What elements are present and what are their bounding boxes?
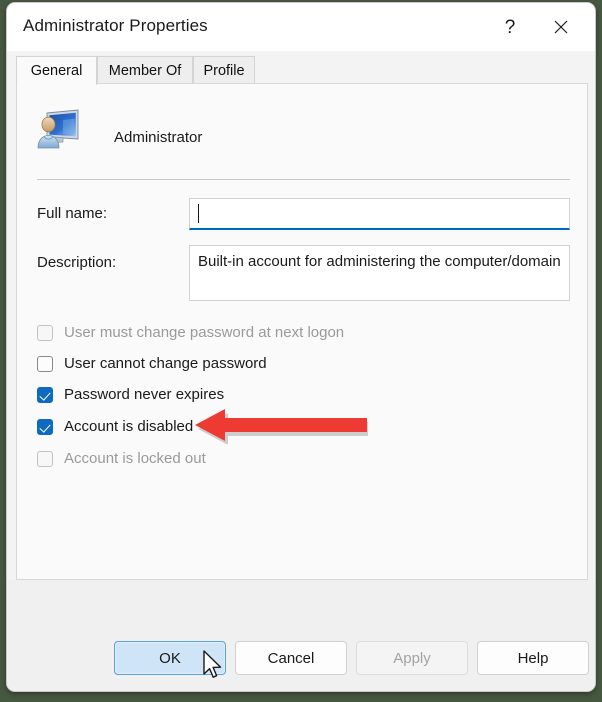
checkbox-row-password-never-expires[interactable]: Password never expires (37, 386, 224, 403)
tab-general-label: General (30, 63, 83, 79)
tab-general[interactable]: General (16, 56, 97, 85)
checkbox-label-account-locked-out: Account is locked out (64, 450, 206, 467)
screen: Administrator Properties ? General Membe… (0, 0, 602, 702)
tab-profile[interactable]: Profile (193, 56, 255, 84)
checkbox-cannot-change-password[interactable] (37, 355, 53, 372)
close-icon (554, 20, 568, 34)
fullname-input[interactable] (189, 198, 570, 230)
checkbox-row-account-locked-out[interactable]: Account is locked out (37, 450, 206, 467)
general-tab-panel: Administrator Full name: Description: Bu… (16, 83, 588, 580)
cancel-button[interactable]: Cancel (235, 641, 347, 675)
tab-strip: General Member Of Profile (7, 51, 595, 85)
user-account-icon (37, 109, 79, 149)
tab-member-of-label: Member Of (108, 62, 182, 79)
description-value: Built-in account for administering the c… (198, 253, 561, 270)
help-button[interactable]: ? (490, 11, 530, 43)
ok-button-label: OK (159, 649, 181, 667)
checkbox-must-change-password[interactable] (37, 324, 53, 341)
apply-button-label: Apply (393, 649, 431, 667)
checkbox-account-locked-out[interactable] (37, 450, 53, 467)
ok-button[interactable]: OK (114, 641, 226, 675)
help-footer-button[interactable]: Help (477, 641, 589, 675)
checkbox-account-disabled[interactable] (37, 418, 53, 435)
apply-button[interactable]: Apply (356, 641, 468, 675)
checkbox-row-account-disabled[interactable]: Account is disabled (37, 418, 193, 435)
properties-dialog-window: Administrator Properties ? General Membe… (6, 2, 596, 692)
help-button-label: Help (517, 649, 549, 667)
checkbox-label-password-never-expires: Password never expires (64, 386, 225, 403)
checkbox-label-cannot-change-password: User cannot change password (64, 355, 267, 372)
account-name-label: Administrator (114, 129, 203, 146)
checkbox-label-account-disabled: Account is disabled (64, 418, 194, 435)
checkbox-password-never-expires[interactable] (37, 386, 53, 403)
checkbox-row-must-change-password[interactable]: User must change password at next logon (37, 324, 344, 341)
close-button[interactable] (541, 11, 581, 43)
fullname-label: Full name: (37, 205, 108, 222)
text-caret (198, 204, 199, 223)
question-mark-icon: ? (504, 16, 516, 38)
description-input[interactable]: Built-in account for administering the c… (189, 245, 570, 301)
checkbox-row-cannot-change-password[interactable]: User cannot change password (37, 355, 267, 372)
tab-member-of[interactable]: Member Of (97, 56, 193, 84)
tab-profile-label: Profile (203, 62, 245, 79)
title-bar: Administrator Properties ? (7, 3, 595, 51)
cancel-button-label: Cancel (267, 649, 315, 667)
header-divider (37, 179, 570, 180)
description-label: Description: (37, 254, 117, 271)
window-title: Administrator Properties (23, 16, 208, 35)
checkbox-label-must-change-password: User must change password at next logon (64, 324, 345, 341)
